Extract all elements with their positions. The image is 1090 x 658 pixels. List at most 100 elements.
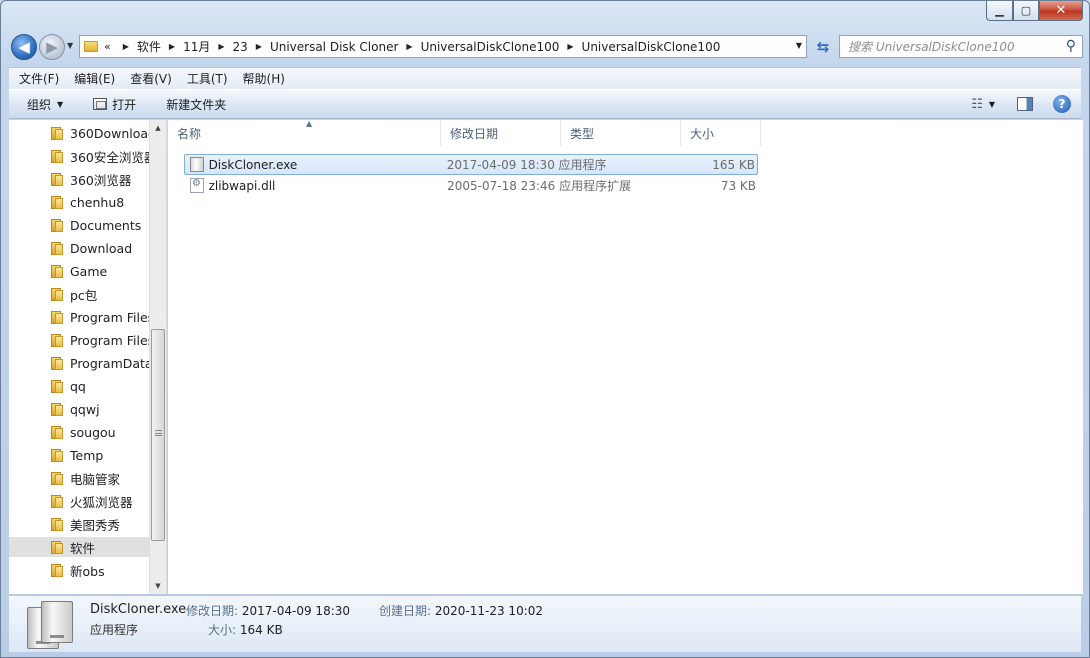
organize-label: 组织 [27,97,52,112]
details-created: 创建日期: 2020-11-23 10:02 [379,602,543,619]
application-file-icon [190,157,204,172]
folder-icon [51,541,64,554]
menu-edit[interactable]: 编辑(E) [64,70,120,87]
menu-file[interactable]: 文件(F) [9,70,64,87]
chevron-right-icon[interactable]: ▶ [567,42,573,51]
folder-icon [84,41,98,52]
close-button[interactable]: ✕ [1039,1,1083,21]
chevron-right-icon[interactable]: ▶ [256,42,262,51]
sidebar-item-folder[interactable]: sougou [9,422,151,442]
search-icon[interactable]: ⚲ [1066,38,1076,54]
breadcrumb-item[interactable]: Universal Disk Cloner [270,40,398,54]
refresh-button[interactable]: ⇆ [811,35,835,58]
sort-ascending-icon: ▲ [306,119,313,128]
chevron-right-icon[interactable]: ▶ [169,42,175,51]
sidebar-item-folder[interactable]: Documents [9,215,151,235]
sidebar-item-folder[interactable]: qqwj [9,399,151,419]
sidebar-item-folder[interactable]: Temp [9,445,151,465]
sidebar-item-folder[interactable]: 360浏览器 [9,169,151,189]
column-label: 类型 [570,126,595,141]
menu-view[interactable]: 查看(V) [120,70,177,87]
sidebar-item-folder[interactable]: chenhu8 [9,192,151,212]
minimize-button[interactable]: ▁ [986,1,1013,21]
file-size: 165 KB [712,157,756,172]
file-list-view: 名称 ▲ 修改日期 类型 大小 DiskCloner.exe 2017-04-0… [168,119,1083,594]
arrow-right-icon: ▶ [46,38,58,56]
file-size: 73 KB [720,178,756,193]
menu-help[interactable]: 帮助(H) [233,70,290,87]
arrow-left-icon: ◀ [18,38,30,56]
chevron-right-icon[interactable]: ▶ [123,42,129,51]
file-type: 应用程序 [558,158,607,172]
breadcrumb-item[interactable]: UniversalDiskClone100 [582,40,721,54]
sidebar-item-folder[interactable]: 新obs [9,560,151,580]
dll-file-icon [190,178,204,193]
breadcrumb-item[interactable]: 软件 [137,38,161,55]
sidebar-item-folder[interactable]: 360Download [9,123,151,143]
file-row[interactable]: zlibwapi.dll 2005-07-18 23:46 应用程序扩展 73 … [184,175,758,196]
sidebar-item-folder[interactable]: ProgramData [9,353,151,373]
recent-pages-dropdown[interactable]: ▼ [67,41,73,50]
folder-icon [51,518,64,531]
sidebar-item-folder[interactable]: Program Files [9,307,151,327]
folder-icon [51,127,64,140]
caption-buttons: ▁ ▢ ✕ [986,1,1083,21]
sidebar-item-folder[interactable]: Game [9,261,151,281]
back-button[interactable]: ◀ [11,34,37,60]
chevron-right-icon[interactable]: ▶ [218,42,224,51]
sidebar-item-label: 软件 [70,540,96,556]
folder-icon [51,219,64,232]
breadcrumb-item[interactable]: 11月 [183,38,210,55]
refresh-icon: ⇆ [816,37,830,56]
breadcrumb-item[interactable]: 23 [233,40,248,54]
details-size-value: 164 KB [239,623,283,637]
sidebar-item-folder[interactable]: Download [9,238,151,258]
column-header-size[interactable]: 大小 [681,120,761,146]
nav-scrollbar[interactable]: ▲ ▼ [149,120,166,594]
search-input[interactable]: 搜索 UniversalDiskClone100 ⚲ [839,35,1083,58]
address-dropdown-icon[interactable]: ▼ [796,41,802,50]
help-icon[interactable]: ? [1053,95,1071,113]
organize-button[interactable]: 组织 ▼ [27,96,63,113]
new-folder-button[interactable]: 新建文件夹 [166,96,226,113]
scroll-down-icon[interactable]: ▼ [150,578,166,594]
file-name: zlibwapi.dll [208,178,276,193]
folder-icon [51,311,64,324]
address-bar[interactable]: « ▶ 软件 ▶ 11月 ▶ 23 ▶ Universal Disk Clone… [79,35,807,58]
sidebar-item-label: 电脑管家 [70,471,121,487]
sidebar-item-folder[interactable]: pc包 [9,284,151,304]
preview-pane-icon[interactable] [1017,97,1033,111]
sidebar-item-label: sougou [70,424,116,440]
open-button[interactable]: 打开 [93,96,136,113]
sidebar-item-folder[interactable]: 软件 [9,537,151,557]
sidebar-item-label: 火狐浏览器 [70,494,133,510]
column-label: 名称 [177,126,202,141]
folder-icon [51,288,64,301]
scroll-up-icon[interactable]: ▲ [150,120,166,136]
chevron-right-icon[interactable]: ▶ [406,42,412,51]
sidebar-item-folder[interactable]: 火狐浏览器 [9,491,151,511]
sidebar-item-folder[interactable]: Program Files [9,330,151,350]
folder-icon [51,403,64,416]
breadcrumb-item[interactable]: UniversalDiskClone100 [421,40,560,54]
scroll-thumb[interactable] [151,329,165,541]
view-options-icon[interactable]: ☷ [971,97,983,112]
sidebar-item-folder[interactable]: 360安全浏览器 [9,146,151,166]
view-dropdown-icon[interactable]: ▼ [989,100,995,109]
menu-tools[interactable]: 工具(T) [177,70,233,87]
explorer-window: ▁ ▢ ✕ ◀ ▶ ▼ « ▶ 软件 ▶ 11月 ▶ 23 ▶ Universa… [0,0,1090,658]
sidebar-item-folder[interactable]: qq [9,376,151,396]
folder-icon [51,265,64,278]
column-header-date[interactable]: 修改日期 [441,120,561,146]
breadcrumb-overflow[interactable]: « [104,40,111,53]
folder-icon [51,472,64,485]
file-row[interactable]: DiskCloner.exe 2017-04-09 18:30 应用程序 165… [184,154,758,175]
column-header-type[interactable]: 类型 [561,120,681,146]
maximize-button[interactable]: ▢ [1013,1,1039,21]
column-header-name[interactable]: 名称 ▲ [168,119,441,146]
navigation-pane: 360Download 360安全浏览器 360浏览器 chenhu8 Document… [9,120,167,594]
sidebar-item-folder[interactable]: 电脑管家 [9,468,151,488]
forward-button[interactable]: ▶ [39,34,65,60]
sidebar-item-folder[interactable]: 美图秀秀 [9,514,151,534]
open-icon [93,98,108,110]
